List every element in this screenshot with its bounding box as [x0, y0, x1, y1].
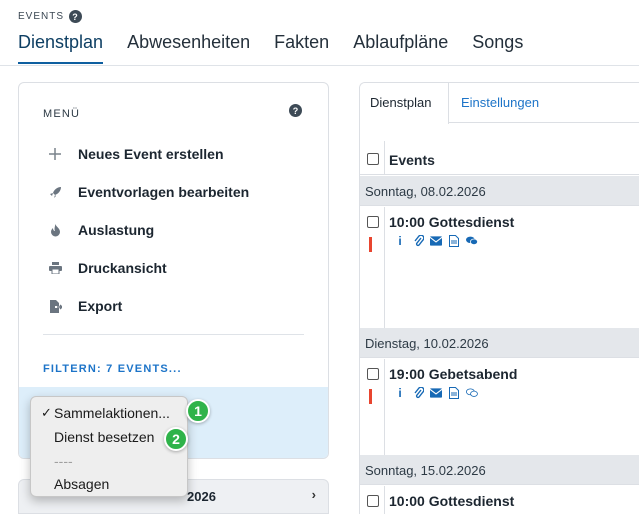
- menu-item-label: Eventvorlagen bearbeiten: [78, 184, 250, 200]
- dropdown-option-label: Sammelaktionen...: [54, 405, 170, 421]
- step-badge-1: 1: [186, 399, 210, 423]
- status-flag: [369, 237, 372, 252]
- page-header: EVENTS ? Dienstplan Abwesenheiten Fakten…: [0, 0, 639, 66]
- event-title[interactable]: 10:00 Gottesdienst: [389, 214, 514, 230]
- event-title[interactable]: 19:00 Gebetsabend: [389, 366, 517, 382]
- main-tabs: Dienstplan Abwesenheiten Fakten Ablaufpl…: [18, 32, 523, 64]
- date-strip-label: 2026: [187, 489, 216, 504]
- menu-item-label: Druckansicht: [78, 260, 167, 276]
- bulk-action-dropdown[interactable]: ✓ Sammelaktionen... Dienst besetzen ----…: [30, 396, 188, 497]
- chat-outline-icon[interactable]: [466, 386, 478, 399]
- event-checkbox[interactable]: [367, 495, 379, 507]
- dropdown-option-assign-service[interactable]: Dienst besetzen: [54, 428, 154, 446]
- menu-item-label: Export: [78, 298, 123, 314]
- select-all-checkbox[interactable]: [367, 153, 379, 165]
- dropdown-separator: ----: [54, 453, 73, 469]
- day-header: Sonntag, 08.02.2026: [360, 176, 639, 206]
- tab-ablaufplaene[interactable]: Ablaufpläne: [353, 32, 448, 64]
- document-icon[interactable]: [448, 386, 460, 399]
- step-badge-2: 2: [164, 427, 188, 451]
- menu-item-label: Neues Event erstellen: [78, 146, 224, 162]
- tab-songs[interactable]: Songs: [472, 32, 523, 64]
- event-icons: i: [394, 234, 478, 248]
- flame-icon: [48, 223, 62, 237]
- menu-item-print[interactable]: Druckansicht: [48, 258, 167, 278]
- schedule-panel: Dienstplan Einstellungen Events Sonntag,…: [359, 82, 639, 514]
- menu-divider: [43, 334, 304, 335]
- info-icon[interactable]: i: [394, 386, 406, 400]
- event-row: 19:00 Gebetsabend i: [360, 359, 639, 455]
- help-icon[interactable]: ?: [69, 10, 83, 23]
- column-divider: [384, 141, 385, 175]
- panel-tab-dienstplan[interactable]: Dienstplan: [360, 83, 449, 124]
- status-flag: [369, 389, 372, 404]
- menu-item-new-event[interactable]: Neues Event erstellen: [48, 144, 224, 164]
- chat-icon[interactable]: [466, 234, 478, 247]
- envelope-icon[interactable]: [430, 386, 442, 399]
- printer-icon: [48, 261, 62, 275]
- menu-help-icon[interactable]: ?: [289, 104, 302, 117]
- section-title: EVENTS ?: [18, 10, 83, 23]
- day-header: Sonntag, 15.02.2026: [360, 455, 639, 485]
- section-label: EVENTS: [18, 11, 65, 22]
- filter-link[interactable]: FILTERN: 7 EVENTS...: [43, 363, 182, 375]
- menu-item-utilization[interactable]: Auslastung: [48, 220, 154, 240]
- column-divider: [384, 359, 385, 455]
- column-divider: [384, 486, 385, 514]
- dropdown-option-bulk-actions[interactable]: ✓ Sammelaktionen...: [41, 404, 170, 422]
- tab-fakten[interactable]: Fakten: [274, 32, 329, 64]
- chevron-right-icon: ›: [311, 487, 316, 502]
- dropdown-option-cancel[interactable]: Absagen: [54, 475, 109, 493]
- day-header: Dienstag, 10.02.2026: [360, 328, 639, 358]
- column-divider: [384, 207, 385, 328]
- menu-item-label: Auslastung: [78, 222, 155, 238]
- panel-tab-einstellungen[interactable]: Einstellungen: [461, 95, 539, 110]
- envelope-icon[interactable]: [430, 234, 442, 247]
- menu-item-export[interactable]: Export: [48, 296, 122, 316]
- event-row: 10:00 Gottesdienst i: [360, 207, 639, 328]
- plus-icon: [48, 147, 62, 161]
- info-icon[interactable]: i: [394, 234, 406, 248]
- tab-dienstplan[interactable]: Dienstplan: [18, 32, 104, 64]
- event-title[interactable]: 10:00 Gottesdienst: [389, 493, 514, 509]
- document-icon[interactable]: [448, 234, 460, 247]
- event-checkbox[interactable]: [367, 368, 379, 380]
- paperclip-icon[interactable]: [412, 386, 424, 399]
- checkmark-icon: ✓: [41, 405, 52, 420]
- tab-abwesenheiten[interactable]: Abwesenheiten: [127, 32, 250, 64]
- menu-item-templates[interactable]: Eventvorlagen bearbeiten: [48, 182, 249, 202]
- events-column-header: Events: [360, 141, 639, 175]
- event-checkbox[interactable]: [367, 216, 379, 228]
- rocket-icon: [48, 185, 62, 199]
- event-row: 10:00 Gottesdienst: [360, 486, 639, 514]
- paperclip-icon[interactable]: [412, 234, 424, 247]
- event-icons: i: [394, 386, 478, 400]
- menu-title: MENÜ: [43, 108, 81, 120]
- panel-tabs: Dienstplan Einstellungen: [360, 83, 639, 124]
- events-header-label: Events: [389, 152, 435, 168]
- export-icon: [48, 299, 62, 313]
